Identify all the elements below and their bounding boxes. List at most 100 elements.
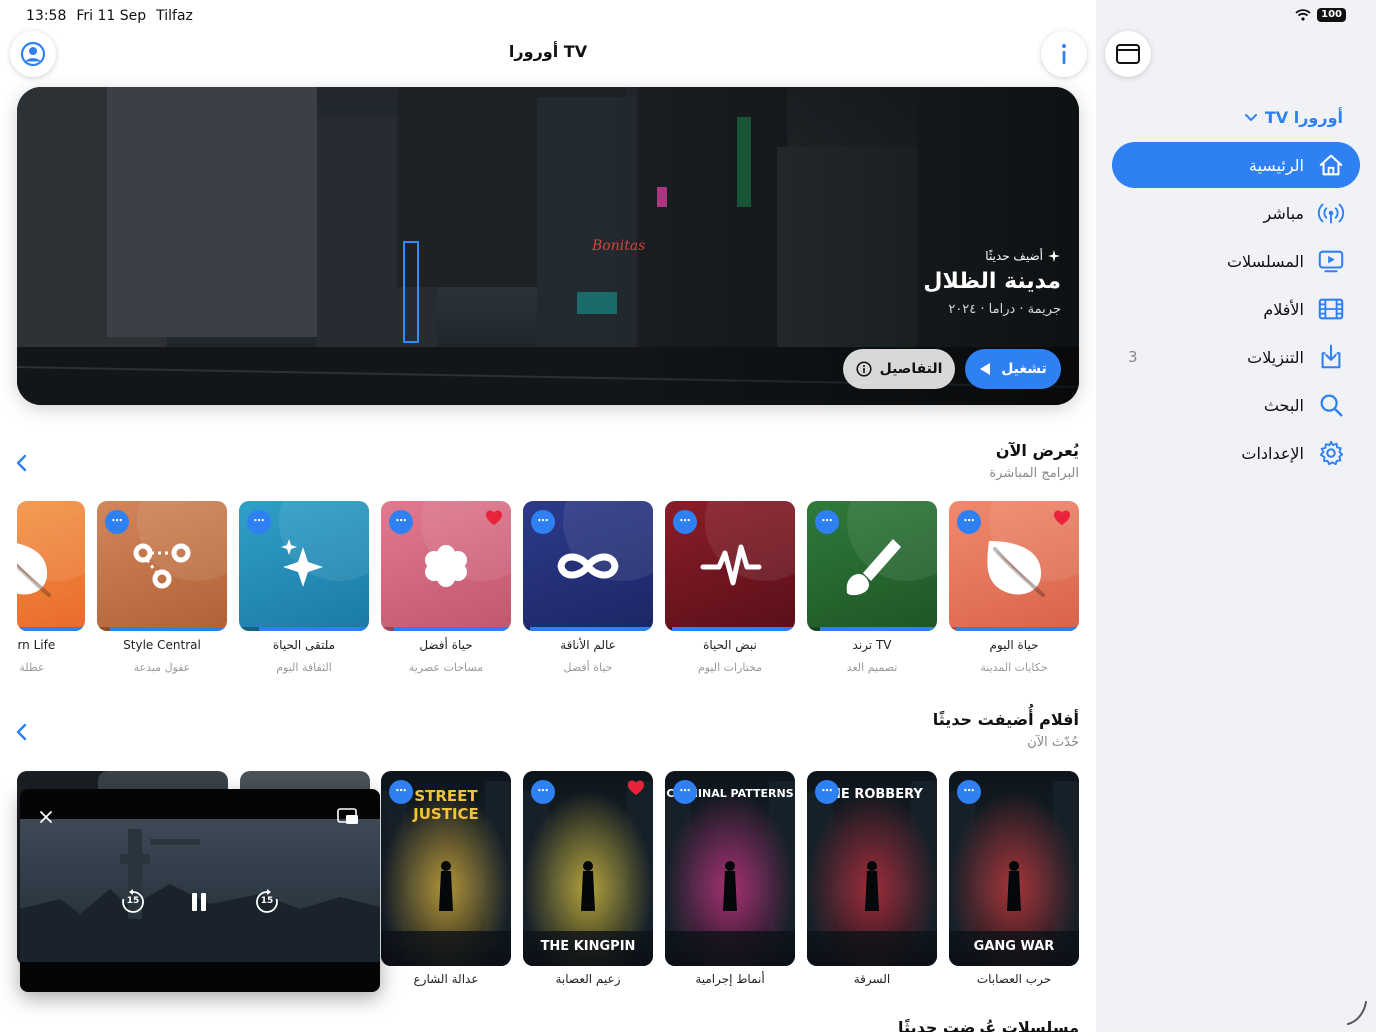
skip-forward-button[interactable]: 15	[254, 889, 280, 915]
pause-icon[interactable]	[190, 891, 208, 913]
tv-play-icon-wrap	[1316, 246, 1346, 276]
progress-bar	[239, 627, 369, 631]
channel-tile[interactable]: ⋯	[97, 501, 227, 631]
movie-poster[interactable]: THE ROBBERY ⋯	[807, 771, 937, 966]
recent-movies-header: أفلام أُضيفت حديثًا حُدّث الآن	[933, 710, 1079, 750]
hero-info: أضيف حديثًا مدينة الظلال جريمة · دراما ·…	[923, 249, 1061, 317]
more-options-button[interactable]: ⋯	[531, 780, 555, 804]
progress-fill	[258, 627, 369, 631]
page-title: أورورا TV	[508, 42, 588, 61]
download-icon-wrap	[1316, 342, 1346, 372]
movie-title: أنماط إجرامية	[695, 972, 765, 986]
more-options-button[interactable]: ⋯	[389, 510, 413, 534]
recent-series-title: مسلسلات عُرضت حديثًا	[898, 1018, 1079, 1032]
sidebar-toggle-icon	[1116, 44, 1140, 64]
progress-fill	[17, 627, 85, 631]
movie-poster[interactable]: STREET JUSTICE ⋯	[381, 771, 511, 966]
progress-bar	[17, 627, 85, 631]
channel-subtitle: حكايات المدينة	[980, 661, 1048, 674]
channel-tile[interactable]: ⋯	[239, 501, 369, 631]
movie-poster[interactable]: CRIMINAL PATTERNS ⋯	[665, 771, 795, 966]
film-icon-wrap	[1316, 294, 1346, 324]
gear-icon-wrap	[1316, 438, 1346, 468]
sidebar-item-download[interactable]: التنزيلات 3	[1112, 334, 1360, 380]
sidebar-item-label: الرئيسية	[1248, 155, 1304, 175]
info-icon	[1062, 44, 1066, 64]
status-date: Fri 11 Sep	[76, 8, 147, 24]
app-root: 13:58 Fri 11 Sep Tilfaz أورورا TV أضيف ح…	[0, 0, 1376, 1032]
poster-title: GANG WAR	[973, 939, 1055, 954]
hero-badge: أضيف حديثًا	[923, 249, 1061, 263]
channel-tile[interactable]: ⋯	[949, 501, 1079, 631]
pip-restore-icon[interactable]	[336, 807, 360, 827]
battery-level: 100	[1317, 8, 1346, 22]
movie-poster[interactable]: GANG WAR ⋯	[949, 771, 1079, 966]
more-options-button[interactable]: ⋯	[673, 510, 697, 534]
status-bar-right: 100	[1295, 8, 1346, 22]
downloads-count-badge: 3	[1128, 348, 1138, 366]
heart-icon[interactable]	[627, 779, 645, 797]
more-options-button[interactable]: ⋯	[247, 510, 271, 534]
sidebar-item-film[interactable]: الأفلام	[1112, 286, 1360, 332]
channel-name: Modern Life	[2, 638, 56, 652]
info-button[interactable]	[1041, 31, 1087, 77]
channel-name: عالم الأناقة	[560, 638, 616, 652]
channel-name: ملتقى الحياة	[272, 638, 336, 652]
sidebar-header-label: أورورا TV	[1264, 108, 1343, 127]
movie-poster[interactable]: THE KINGPIN ⋯	[523, 771, 653, 966]
more-options-button[interactable]: ⋯	[673, 780, 697, 804]
more-options-button[interactable]: ⋯	[815, 780, 839, 804]
hero-title: مدينة الظلال	[923, 269, 1061, 294]
channel-tile[interactable]: ⋯	[381, 501, 511, 631]
channel-subtitle: تصميم الغد	[846, 661, 898, 674]
sidebar-toggle-button[interactable]	[1105, 31, 1151, 77]
more-options-button[interactable]: ⋯	[957, 780, 981, 804]
progress-fill	[529, 627, 653, 631]
skip-forward-seconds: 15	[260, 896, 274, 906]
gear-icon	[1319, 440, 1344, 466]
resize-handle-icon[interactable]	[1346, 1000, 1368, 1026]
download-icon	[1321, 344, 1341, 369]
sidebar-item-gear[interactable]: الإعدادات	[1112, 430, 1360, 476]
search-icon	[1320, 394, 1343, 417]
channel-name: ترند TV	[852, 638, 892, 652]
more-options-button[interactable]: ⋯	[957, 510, 981, 534]
channel-tile[interactable]: ⋯	[523, 501, 653, 631]
progress-fill	[955, 627, 1079, 631]
sidebar-item-label: الإعدادات	[1241, 443, 1304, 463]
sidebar-item-home[interactable]: الرئيسية	[1112, 142, 1360, 188]
channel-tile[interactable]: ⋯	[807, 501, 937, 631]
pip-player[interactable]: 15 15	[20, 789, 380, 992]
channel-subtitle: حياة أفضل	[563, 661, 613, 674]
chevron-left-icon[interactable]	[12, 453, 32, 473]
sidebar-header[interactable]: أورورا TV	[1244, 108, 1343, 127]
channel-name: حياة أفضل	[419, 638, 473, 652]
more-options-button[interactable]: ⋯	[815, 510, 839, 534]
sidebar-item-search[interactable]: البحث	[1112, 382, 1360, 428]
heart-icon[interactable]	[485, 509, 503, 527]
play-button[interactable]: تشغيل	[965, 349, 1061, 389]
more-options-button[interactable]: ⋯	[389, 780, 413, 804]
channel-tile[interactable]: ⋯	[665, 501, 795, 631]
sidebar-item-label: مباشر	[1263, 203, 1304, 223]
heart-icon[interactable]	[1053, 509, 1071, 527]
status-bar-left: 13:58 Fri 11 Sep Tilfaz	[26, 8, 193, 24]
sidebar-item-tv-play[interactable]: المسلسلات	[1112, 238, 1360, 284]
progress-bar	[381, 627, 511, 631]
movie-title: عدالة الشارع	[413, 972, 479, 986]
hero-banner[interactable]: Bonitas أضيف حديثًا مدينة الظلال جريمة ·…	[17, 87, 1079, 405]
sidebar-item-broadcast[interactable]: مباشر	[1112, 190, 1360, 236]
hero-actions: تشغيل التفاصيل	[843, 349, 1061, 389]
progress-fill	[110, 627, 227, 631]
status-time: 13:58	[26, 8, 67, 24]
more-options-button[interactable]: ⋯	[531, 510, 555, 534]
sidebar-item-label: البحث	[1263, 395, 1304, 415]
chevron-left-icon[interactable]	[12, 722, 32, 742]
broadcast-icon	[1317, 203, 1345, 224]
close-icon[interactable]	[38, 809, 54, 825]
channel-tile[interactable]: ⋯	[17, 501, 85, 631]
sidebar: 100 أورورا TV الرئيسية مباشر المسلسلات الأف…	[1096, 0, 1376, 1032]
details-button[interactable]: التفاصيل	[843, 349, 955, 389]
more-options-button[interactable]: ⋯	[105, 510, 129, 534]
skip-back-button[interactable]: 15	[120, 889, 146, 915]
